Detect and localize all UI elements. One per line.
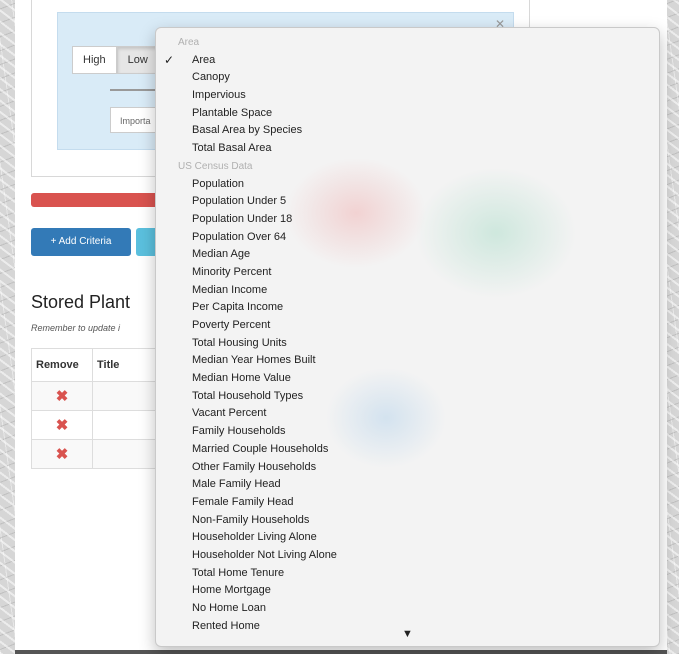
criteria-select-dropdown[interactable]: Area ✓ Area Canopy Impervious Plantable Space… bbox=[155, 27, 660, 647]
checkmark-icon: ✓ bbox=[164, 52, 175, 67]
dropdown-option[interactable]: Minority Percent bbox=[156, 264, 659, 282]
dropdown-option-label: Population bbox=[192, 177, 244, 190]
dropdown-option[interactable]: Median Income bbox=[156, 282, 659, 300]
dropdown-option-label: Vacant Percent bbox=[192, 407, 267, 420]
panel-bottom-border bbox=[15, 650, 667, 654]
dropdown-option[interactable]: Population Under 18 bbox=[156, 211, 659, 229]
dropdown-option-label: Home Mortgage bbox=[192, 584, 271, 597]
column-header-remove: Remove bbox=[31, 348, 93, 382]
dropdown-option-label: Canopy bbox=[192, 71, 230, 84]
dropdown-option[interactable]: Median Home Value bbox=[156, 370, 659, 388]
dropdown-option-label: Total Home Tenure bbox=[192, 566, 285, 579]
dropdown-option[interactable]: Total Home Tenure bbox=[156, 565, 659, 583]
dropdown-option[interactable]: Female Family Head bbox=[156, 494, 659, 512]
dropdown-option-label: Minority Percent bbox=[192, 265, 272, 278]
dropdown-option-label: Male Family Head bbox=[192, 478, 281, 491]
dropdown-option[interactable]: Non-Family Households bbox=[156, 512, 659, 530]
dropdown-option-label: Population Under 5 bbox=[192, 195, 287, 208]
dropdown-option-label: Non-Family Households bbox=[192, 513, 310, 526]
dropdown-option-label: Per Capita Income bbox=[192, 301, 284, 314]
dropdown-option-list: Area ✓ Area Canopy Impervious Plantable Space… bbox=[156, 34, 659, 635]
dropdown-option-label: Married Couple Households bbox=[192, 442, 329, 455]
dropdown-option-label: Basal Area by Species bbox=[192, 124, 303, 137]
dropdown-option-label: Median Income bbox=[192, 283, 268, 296]
dropdown-option[interactable]: ✓ Area bbox=[156, 52, 659, 70]
dropdown-option[interactable]: Home Mortgage bbox=[156, 582, 659, 600]
dropdown-option[interactable]: Other Family Households bbox=[156, 459, 659, 477]
dropdown-option[interactable]: Poverty Percent bbox=[156, 317, 659, 335]
dropdown-option-label: Median Home Value bbox=[192, 372, 291, 385]
dropdown-option[interactable]: No Home Loan bbox=[156, 600, 659, 618]
dropdown-option-label: Total Basal Area bbox=[192, 142, 272, 155]
dropdown-option-label: Other Family Households bbox=[192, 460, 317, 473]
dropdown-option-label: Total Household Types bbox=[192, 389, 304, 402]
dropdown-option[interactable]: Impervious bbox=[156, 87, 659, 105]
dropdown-option-label: Plantable Space bbox=[192, 106, 273, 119]
dropdown-option[interactable]: Total Housing Units bbox=[156, 335, 659, 353]
dropdown-option[interactable]: Householder Not Living Alone bbox=[156, 547, 659, 565]
high-low-toggle: High Low bbox=[72, 46, 159, 74]
low-button[interactable]: Low bbox=[116, 46, 159, 74]
dropdown-option-label: Population Under 18 bbox=[192, 212, 293, 225]
high-button[interactable]: High bbox=[72, 46, 117, 74]
dropdown-option-label: Female Family Head bbox=[192, 495, 294, 508]
scroll-down-icon[interactable]: ▼ bbox=[156, 628, 659, 640]
dropdown-option[interactable]: Plantable Space bbox=[156, 105, 659, 123]
dropdown-option[interactable]: Total Household Types bbox=[156, 388, 659, 406]
dropdown-option-label: Median Year Homes Built bbox=[192, 354, 316, 367]
dropdown-option-label: Total Housing Units bbox=[192, 336, 287, 349]
dropdown-option-label: Householder Not Living Alone bbox=[192, 548, 337, 561]
dropdown-option-label: Poverty Percent bbox=[192, 319, 271, 331]
dropdown-option-label: Family Households bbox=[192, 425, 286, 438]
remove-icon[interactable]: ✖ bbox=[56, 417, 69, 434]
dropdown-option-label: Population Over 64 bbox=[192, 230, 287, 243]
dropdown-option-label: Area bbox=[192, 53, 216, 66]
dropdown-option[interactable]: Basal Area by Species bbox=[156, 122, 659, 140]
add-criteria-button[interactable]: + Add Criteria bbox=[31, 228, 131, 256]
dropdown-option-label: No Home Loan bbox=[192, 602, 266, 614]
dropdown-option[interactable]: Population bbox=[156, 176, 659, 194]
dropdown-group-label: Area bbox=[178, 37, 200, 48]
dropdown-option[interactable]: Median Age bbox=[156, 246, 659, 264]
dropdown-option-label: Impervious bbox=[192, 89, 246, 102]
dropdown-option-label: Median Age bbox=[192, 248, 251, 261]
dropdown-option[interactable]: Householder Living Alone bbox=[156, 529, 659, 547]
dropdown-option[interactable]: Canopy bbox=[156, 69, 659, 87]
remove-icon[interactable]: ✖ bbox=[56, 388, 69, 405]
dropdown-option[interactable]: Per Capita Income bbox=[156, 299, 659, 317]
dropdown-option[interactable]: Total Basal Area bbox=[156, 140, 659, 158]
dropdown-group-label: US Census Data bbox=[178, 160, 253, 172]
stored-plans-title: Stored Plant bbox=[31, 292, 131, 312]
dropdown-option[interactable]: Male Family Head bbox=[156, 476, 659, 494]
dropdown-option[interactable]: Population Under 5 bbox=[156, 193, 659, 211]
dropdown-option[interactable]: Married Couple Households bbox=[156, 441, 659, 459]
dropdown-option[interactable]: Vacant Percent bbox=[156, 405, 659, 423]
dropdown-option[interactable]: Population Over 64 bbox=[156, 229, 659, 247]
dropdown-option[interactable]: Median Year Homes Built bbox=[156, 352, 659, 370]
stored-plans-reminder: Remember to update i bbox=[31, 323, 121, 333]
dropdown-option[interactable]: Family Households bbox=[156, 423, 659, 441]
dropdown-option-label: Householder Living Alone bbox=[192, 531, 317, 544]
remove-icon[interactable]: ✖ bbox=[56, 446, 69, 463]
